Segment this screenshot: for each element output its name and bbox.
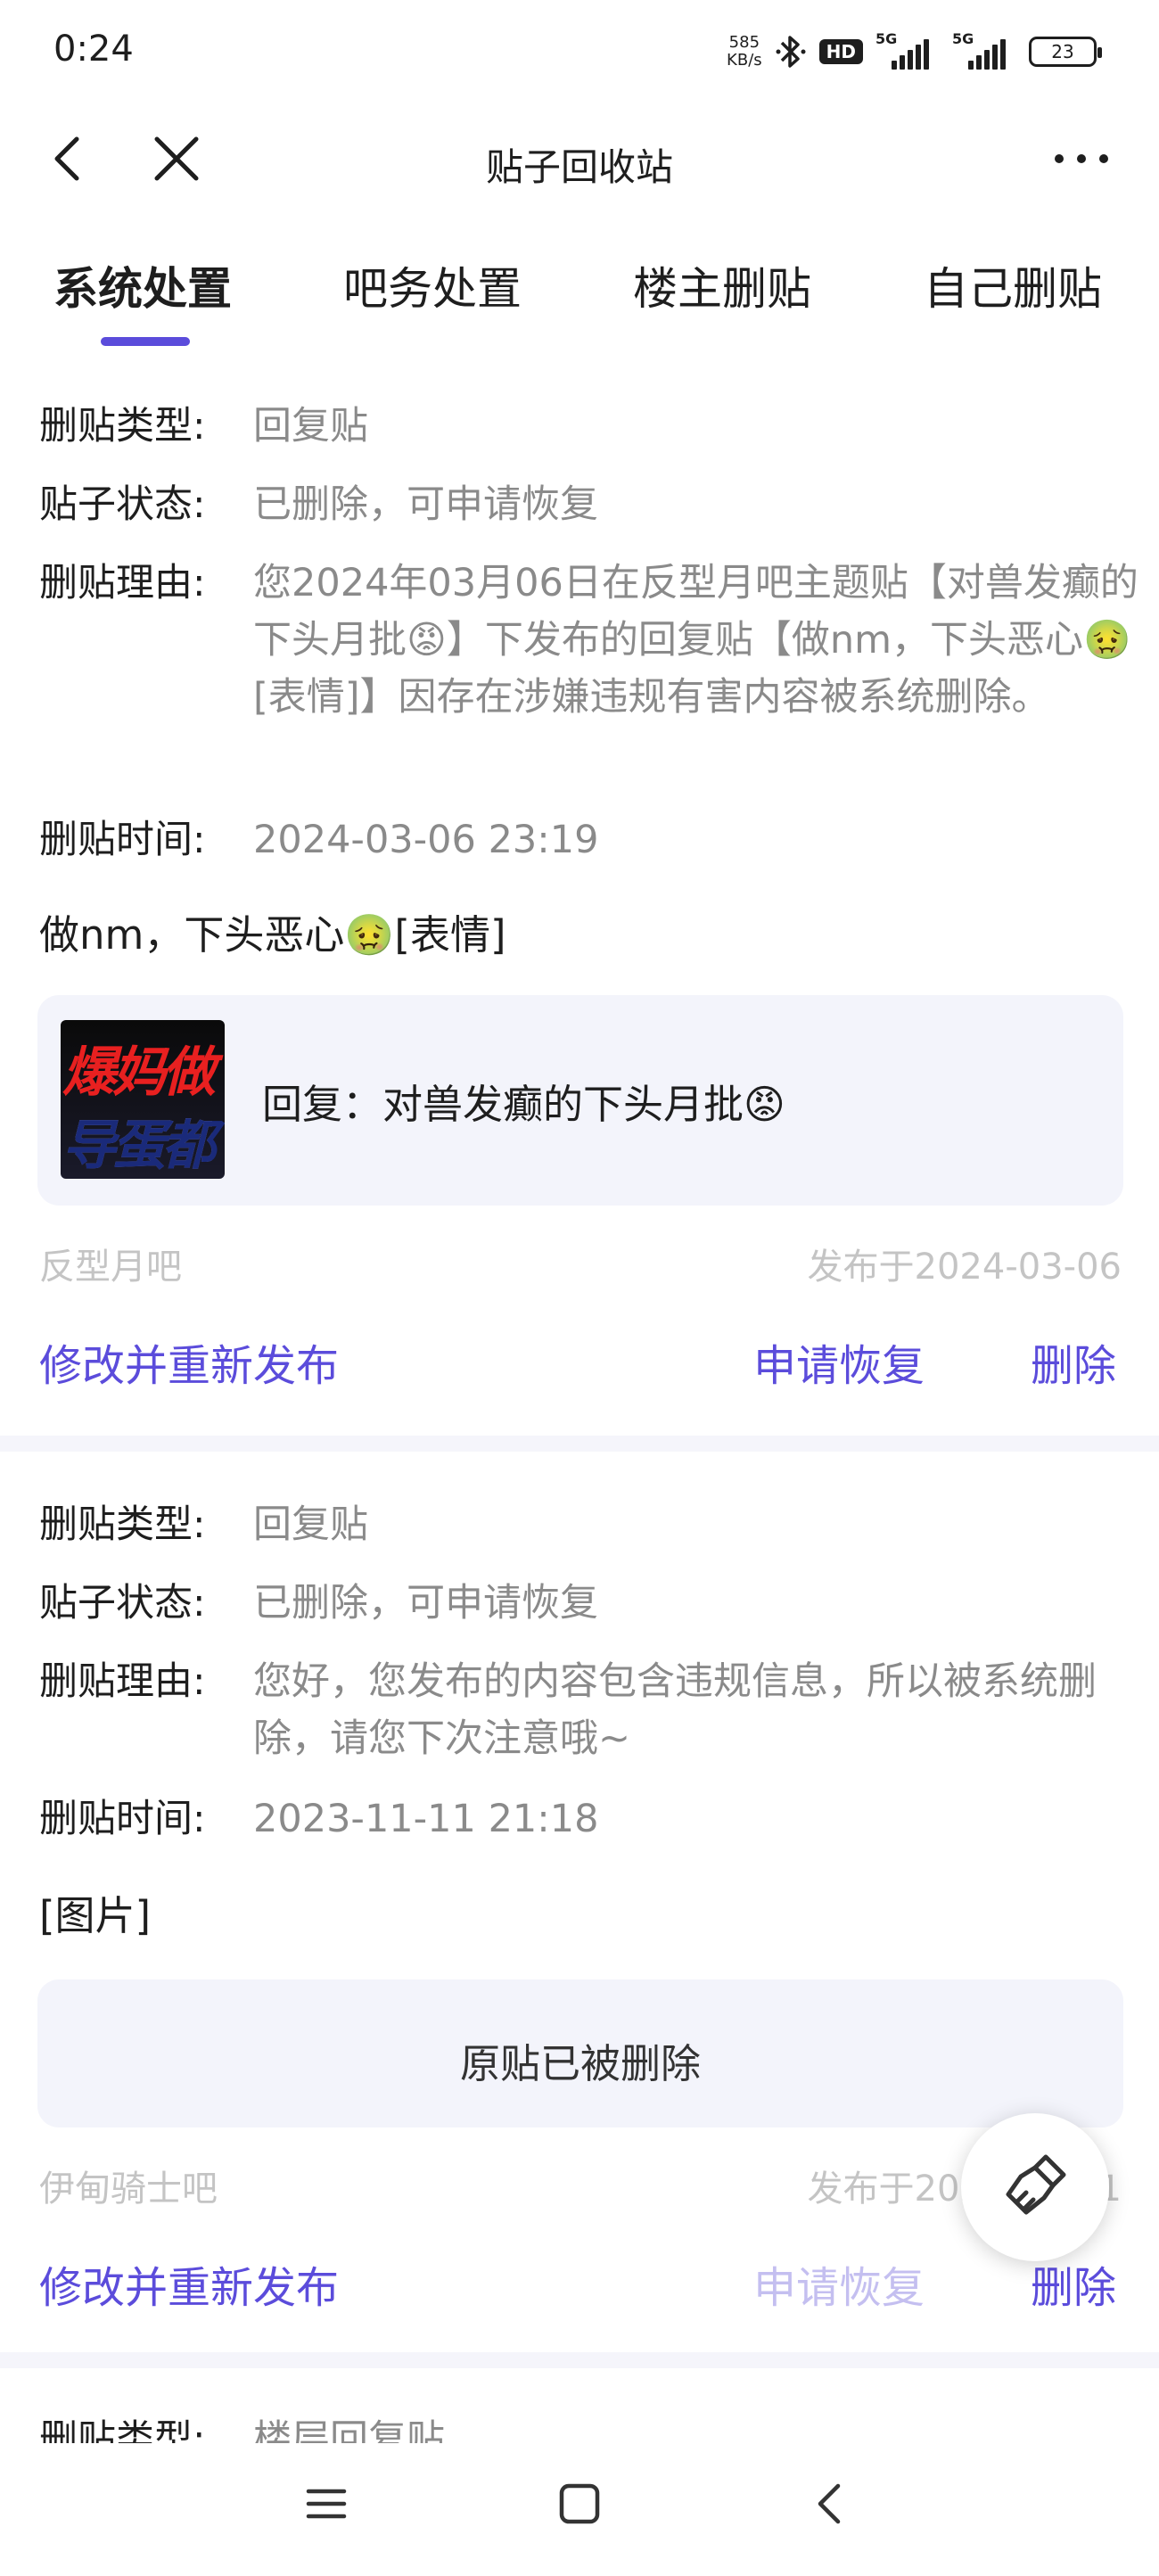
delete-time-label: 删贴时间: [39,818,206,862]
signal-label-2: 5G [952,30,974,47]
delete-type-label: 删贴类型: [39,404,206,449]
deleted-post-card: 删贴类型: 楼层回复贴 [0,2368,1159,2443]
page-title: 贴子回收站 [485,145,673,189]
signal-label-1: 5G [875,30,898,47]
edit-republish-button[interactable]: 修改并重新发布 [39,1330,339,1393]
quote-text: 原贴已被删除 [459,2040,701,2087]
card-divider [0,2352,1159,2368]
request-restore-button[interactable]: 申请恢复 [753,2252,925,2315]
bluetooth-icon [776,36,806,68]
delete-type-row: 删贴类型: 回复贴 [39,398,1154,455]
post-status-label: 贴子状态: [39,482,206,527]
delete-type-row: 删贴类型: 楼层回复贴 [39,2411,1154,2443]
system-navigation-bar [0,2443,1159,2576]
forum-name[interactable]: 反型月吧 [39,1238,182,1289]
delete-type-row: 删贴类型: 回复贴 [39,1496,1154,1553]
tab-op-deleted[interactable]: 楼主删贴 [633,253,811,317]
delete-button[interactable]: 删除 [1031,1330,1116,1393]
signal-strength-icon-1: 5G [875,30,940,70]
delete-type-label: 删贴类型: [39,2417,206,2443]
post-status-value: 已删除，可申请恢复 [253,482,598,527]
delete-time-label: 删贴时间: [39,1797,206,1841]
delete-time-value: 2023-11-11 21:18 [253,1797,599,1841]
edit-republish-button[interactable]: 修改并重新发布 [39,2252,339,2315]
post-status-value: 已删除，可申请恢复 [253,1581,598,1625]
delete-reason-label: 删贴理由: [39,1659,206,1704]
battery-icon: 23 [1029,37,1102,67]
quote-text: 回复：对兽发癫的下头月批😡 [262,1081,785,1128]
post-status-row: 贴子状态: 已删除，可申请恢复 [39,1575,1154,1632]
original-post-quote[interactable]: 原贴已被删除 [37,1979,1123,2127]
delete-type-value: 楼层回复贴 [253,2417,445,2443]
delete-time-value: 2024-03-06 23:19 [253,818,599,862]
tab-self-deleted[interactable]: 自己删贴 [924,253,1102,317]
thumbnail-text-top: 爆妈做 [62,1041,216,1104]
network-speed-value: 585 [728,33,760,52]
network-speed-unit: KB/s [727,51,762,70]
brush-icon [1006,2154,1066,2215]
delete-button[interactable]: 删除 [1031,2252,1116,2315]
delete-reason-value: 您2024年03月06日在反型月吧主题贴【对兽发癫的下头月批😡】下发布的回复贴【… [253,561,1138,720]
home-icon[interactable] [556,2481,603,2527]
status-time: 0:24 [53,29,134,70]
post-content[interactable]: 做nm，下头恶心🤢[表情] [39,902,506,960]
publish-date: 发布于2024-03-06 [807,1247,1122,1288]
post-status-label: 贴子状态: [39,1581,206,1625]
hd-voice-badge: HD [818,39,863,64]
post-status-row: 贴子状态: 已删除，可申请恢复 [39,476,1154,533]
delete-type-value: 回复贴 [253,1502,368,1547]
forum-name[interactable]: 伊甸骑士吧 [39,2160,218,2211]
post-content[interactable]: [图片] [39,1883,151,1941]
more-options-icon[interactable] [1050,143,1113,175]
tab-forum-admin-handling[interactable]: 吧务处置 [343,253,522,317]
delete-type-value: 回复贴 [253,404,368,449]
delete-type-label: 删贴类型: [39,1502,206,1547]
tab-system-handling[interactable]: 系统处置 [53,253,232,317]
signal-strength-icon-2: 5G [952,30,1016,70]
request-restore-button[interactable]: 申请恢复 [753,1330,925,1393]
original-post-quote[interactable]: 爆妈做 导蛋都 回复：对兽发癫的下头月批😡 [37,995,1123,1206]
delete-reason-label: 删贴理由: [39,561,206,605]
card-divider [0,1436,1159,1452]
delete-reason-row: 删贴理由: 您2024年03月06日在反型月吧主题贴【对兽发癫的下头月批😡】下发… [39,555,1154,726]
menu-icon[interactable] [303,2481,349,2527]
delete-reason-row: 删贴理由: 您好，您发布的内容包含违规信息，所以被系统删除，请您下次注意哦~ [39,1653,1154,1767]
tab-bar: 系统处置 吧务处置 楼主删贴 自己删贴 [0,241,1159,357]
delete-time-row: 删贴时间: 2023-11-11 21:18 [39,1790,1154,1848]
deleted-post-card: 删贴类型: 回复贴 贴子状态: 已删除，可申请恢复 删贴理由: 您2024年03… [0,374,1159,1436]
clean-brush-button[interactable] [961,2113,1109,2261]
network-speed: 585 KB/s [727,34,762,70]
status-bar: 0:24 585 KB/s HD 5G 5G 23 [0,0,1159,107]
battery-level: 23 [1051,41,1074,62]
delete-time-row: 删贴时间: 2024-03-06 23:19 [39,811,1154,868]
status-icons: 585 KB/s HD 5G 5G 23 [727,30,1102,71]
nav-bar: 贴子回收站 [0,107,1159,210]
back-icon[interactable] [808,2481,854,2527]
delete-reason-value: 您好，您发布的内容包含违规信息，所以被系统删除，请您下次注意哦~ [253,1659,1097,1761]
post-thumbnail: 爆妈做 导蛋都 [61,1020,225,1179]
active-tab-indicator [101,337,190,346]
thumbnail-text-bottom: 导蛋都 [62,1102,216,1179]
